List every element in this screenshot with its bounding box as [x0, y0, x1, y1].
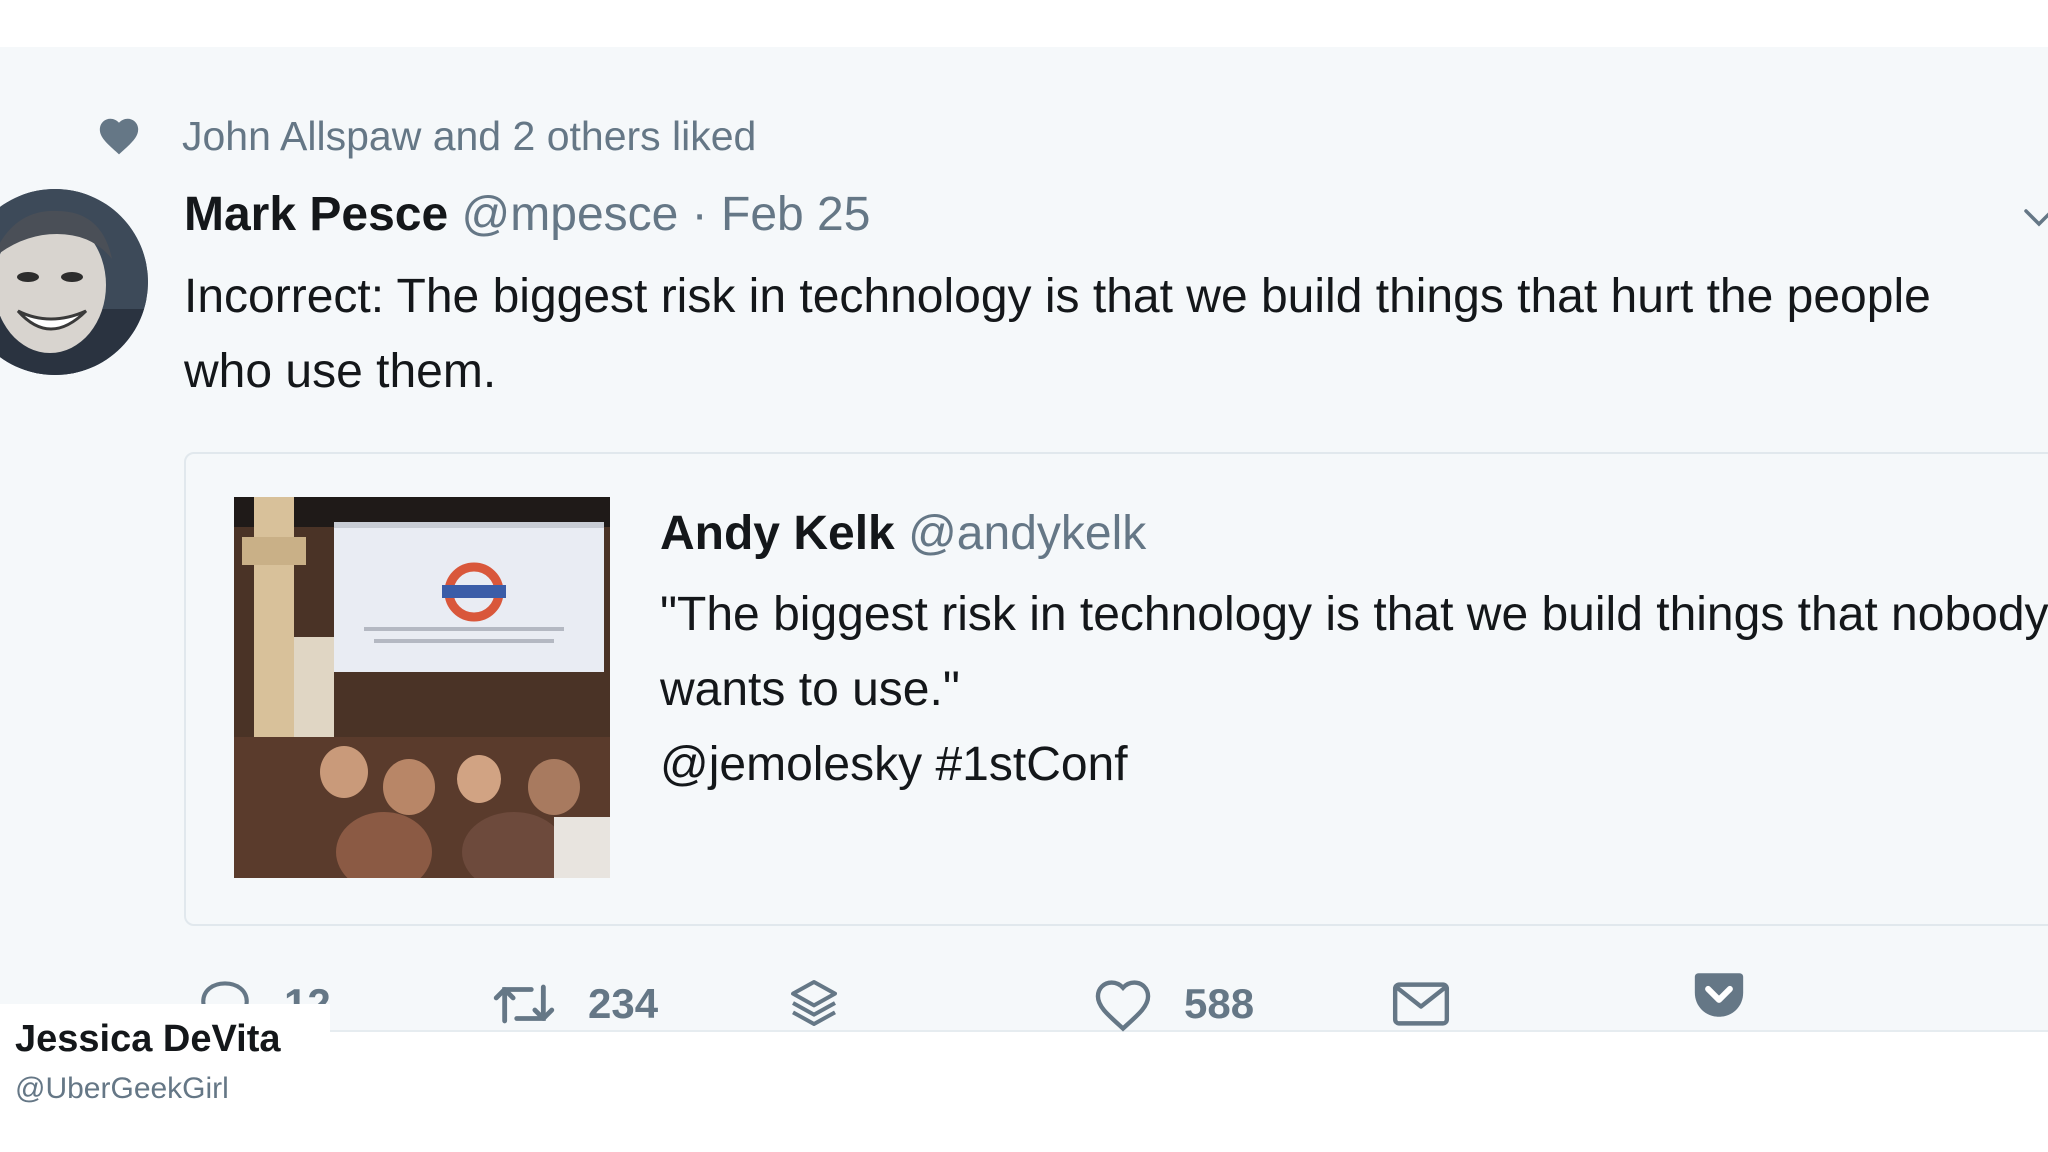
tweet-panel: John Allspaw and 2 others liked Mark Pes…	[0, 47, 2048, 1032]
heart-icon	[99, 118, 139, 155]
pocket-icon	[1694, 973, 1744, 1017]
caption-handle: @UberGeekGirl	[15, 1072, 229, 1105]
quoted-tweet-header: Andy Kelk @andykelk	[660, 504, 1146, 564]
save-to-pocket-button[interactable]	[1690, 968, 1748, 1022]
quoted-tweet-card[interactable]: Andy Kelk @andykelk "The biggest risk in…	[184, 452, 2048, 926]
author-handle[interactable]: @mpesce	[462, 188, 679, 241]
quoted-text-quote: "The biggest risk in technology is that …	[660, 588, 2048, 716]
caption-name: Jessica DeVita	[15, 1018, 281, 1060]
quoted-author-handle[interactable]: @andykelk	[908, 507, 1146, 560]
tweet-text: Incorrect: The biggest risk in technolog…	[184, 270, 1931, 398]
quoted-author-name[interactable]: Andy Kelk	[660, 507, 895, 560]
speaker-caption: Jessica DeVita @UberGeekGirl	[0, 1004, 330, 1134]
like-button[interactable]: 588	[1092, 975, 1254, 1033]
tweet-header: Mark Pesce @mpesce · Feb 25	[184, 185, 870, 245]
header-separator: ·	[691, 188, 708, 241]
quoted-text-mentions[interactable]: @jemolesky #1stConf	[660, 727, 2048, 802]
retweet-count: 234	[588, 980, 659, 1027]
chevron-down-icon[interactable]	[2024, 203, 2048, 233]
stack-icon	[791, 980, 837, 1026]
author-name[interactable]: Mark Pesce	[184, 188, 448, 241]
retweet-icon	[493, 984, 555, 1024]
mail-icon	[1392, 982, 1450, 1026]
direct-message-button[interactable]	[1390, 975, 1452, 1033]
social-context: John Allspaw and 2 others liked	[96, 111, 756, 161]
like-count: 588	[1184, 980, 1255, 1027]
retweet-button[interactable]: 234	[490, 975, 658, 1033]
tweet-date[interactable]: Feb 25	[721, 188, 870, 241]
quoted-tweet-text: "The biggest risk in technology is that …	[660, 577, 2048, 802]
like-icon	[1095, 980, 1151, 1032]
liked-by-text: John Allspaw and 2 others liked	[182, 112, 757, 159]
quoted-tweet-photo[interactable]	[234, 497, 610, 878]
avatar-image	[0, 189, 148, 375]
avatar[interactable]	[0, 189, 148, 375]
stack-button[interactable]	[786, 975, 842, 1031]
